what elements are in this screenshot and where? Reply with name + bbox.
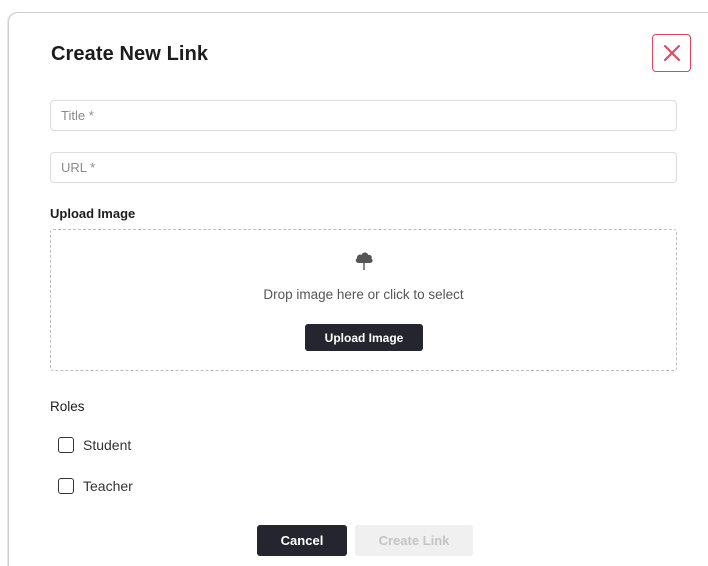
drop-instructions: Drop image here or click to select xyxy=(263,287,464,302)
title-input[interactable] xyxy=(50,100,677,131)
upload-image-label: Upload Image xyxy=(50,206,136,221)
role-teacher-option[interactable]: Teacher xyxy=(58,478,133,494)
close-button[interactable] xyxy=(652,34,691,72)
image-dropzone[interactable]: Drop image here or click to select Uploa… xyxy=(50,229,677,371)
student-checkbox[interactable] xyxy=(58,437,74,453)
roles-label: Roles xyxy=(50,399,85,414)
student-label: Student xyxy=(83,437,132,453)
role-student-option[interactable]: Student xyxy=(58,437,131,453)
url-input[interactable] xyxy=(50,152,677,183)
teacher-checkbox[interactable] xyxy=(58,478,74,494)
create-link-dialog: Create New Link Upload Image Drop image … xyxy=(8,12,708,566)
cloud-upload-icon xyxy=(355,252,373,270)
teacher-label: Teacher xyxy=(83,478,133,494)
cancel-button[interactable]: Cancel xyxy=(257,525,347,556)
close-icon xyxy=(663,45,680,61)
dialog-title: Create New Link xyxy=(51,43,209,65)
upload-image-button[interactable]: Upload Image xyxy=(305,324,423,351)
create-link-button[interactable]: Create Link xyxy=(355,525,473,556)
